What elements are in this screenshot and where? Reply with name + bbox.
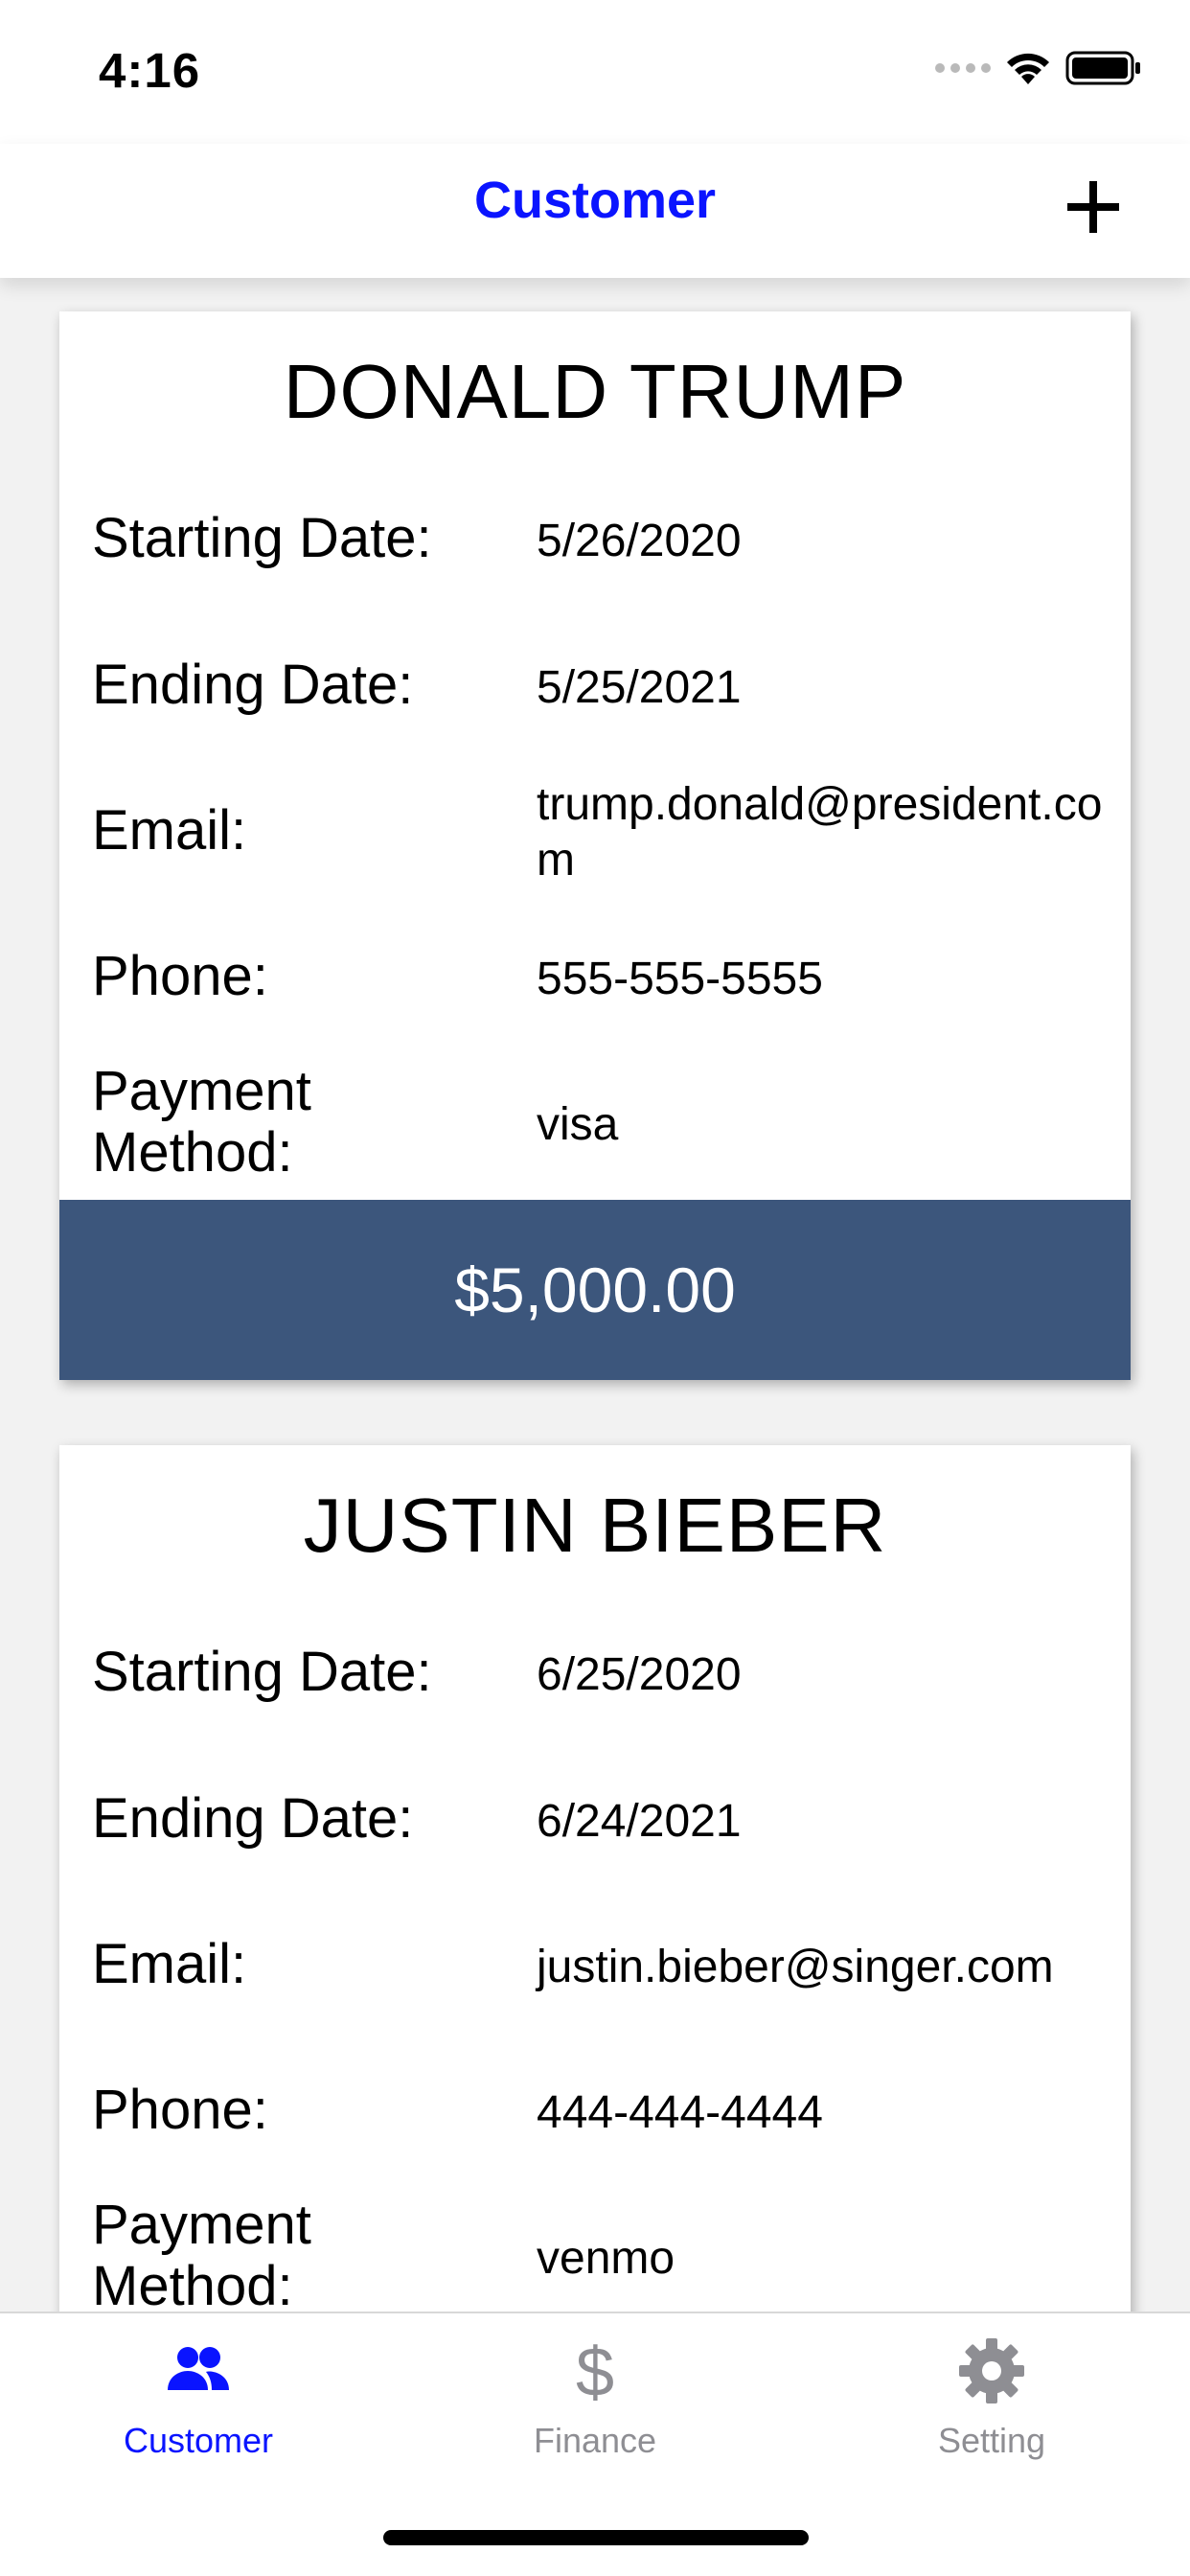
add-customer-button[interactable] bbox=[1064, 177, 1123, 237]
navigation-bar: Customer bbox=[0, 144, 1190, 278]
dollar-icon: $ bbox=[576, 2334, 614, 2407]
ending-date-label: Ending Date: bbox=[92, 654, 414, 716]
plus-icon bbox=[1067, 181, 1119, 233]
starting-date-label: Starting Date: bbox=[92, 1641, 432, 1703]
email-value: justin.bieber@singer.com bbox=[537, 1942, 1054, 1992]
payment-method-label: Payment Method: bbox=[92, 1060, 311, 1184]
amount-bar[interactable]: $5,000.00 bbox=[59, 1200, 1131, 1380]
customer-card[interactable]: DONALD TRUMP Starting Date: 5/26/2020 En… bbox=[59, 311, 1131, 1380]
svg-text:$: $ bbox=[576, 2334, 614, 2407]
payment-method-value: venmo bbox=[537, 2233, 675, 2284]
starting-date-value: 5/26/2020 bbox=[537, 516, 742, 566]
ending-date-value: 5/25/2021 bbox=[537, 662, 742, 713]
status-icons bbox=[935, 50, 1142, 86]
customer-card[interactable]: JUSTIN BIEBER Starting Date: 6/25/2020 E… bbox=[59, 1445, 1131, 2312]
tab-label: Setting bbox=[937, 2421, 1046, 2460]
phone-label: Phone: bbox=[92, 945, 268, 1007]
phone-label: Phone: bbox=[92, 2079, 268, 2141]
status-bar: 4:16 bbox=[0, 0, 1190, 144]
payment-method-value: visa bbox=[537, 1099, 619, 1150]
phone-value: 555-555-5555 bbox=[537, 954, 823, 1004]
payment-method-label: Payment Method: bbox=[92, 2194, 311, 2312]
battery-icon bbox=[1065, 51, 1140, 85]
customer-list[interactable]: DONALD TRUMP Starting Date: 5/26/2020 En… bbox=[0, 278, 1190, 2312]
gear-icon bbox=[959, 2338, 1024, 2404]
starting-date-label: Starting Date: bbox=[92, 507, 432, 569]
page-title: Customer bbox=[473, 172, 717, 229]
customer-name: JUSTIN BIEBER bbox=[303, 1483, 887, 1568]
tab-label: Finance bbox=[533, 2421, 657, 2460]
tab-setting[interactable]: Setting bbox=[793, 2313, 1190, 2486]
starting-date-value: 6/25/2020 bbox=[537, 1649, 742, 1700]
cellular-signal-icon bbox=[935, 63, 991, 73]
ending-date-label: Ending Date: bbox=[92, 1787, 414, 1850]
status-time: 4:16 bbox=[99, 43, 201, 98]
email-value: trump.donald@president.com bbox=[537, 779, 1103, 886]
people-icon bbox=[168, 2347, 229, 2390]
home-indicator bbox=[383, 2530, 809, 2545]
email-label: Email: bbox=[92, 799, 247, 862]
wifi-icon bbox=[1007, 53, 1049, 84]
ending-date-value: 6/24/2021 bbox=[537, 1796, 742, 1847]
phone-value: 444-444-4444 bbox=[537, 2087, 823, 2138]
customer-name: DONALD TRUMP bbox=[283, 349, 907, 434]
email-label: Email: bbox=[92, 1933, 247, 1995]
tab-finance[interactable]: $ Finance bbox=[397, 2313, 793, 2486]
tab-customer[interactable]: Customer bbox=[0, 2313, 397, 2486]
tab-label: Customer bbox=[123, 2421, 274, 2460]
